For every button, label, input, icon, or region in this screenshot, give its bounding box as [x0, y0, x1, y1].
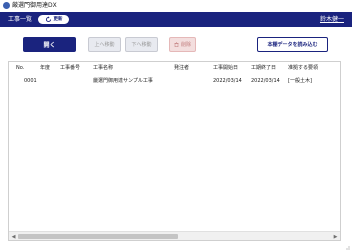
app-header: 工事一覧 更新 鈴木健一	[0, 12, 352, 27]
column-header-no[interactable]: No.	[16, 65, 24, 72]
delete-button-label: 削除	[180, 42, 191, 48]
cell-end-date: 2022/03/14	[251, 78, 280, 84]
table-row[interactable]: 0001 厳選門御用達サンプル工事 2022/03/14 2022/03/14 …	[9, 76, 340, 87]
delete-button[interactable]: 削除	[169, 37, 196, 52]
move-up-button[interactable]: 上へ移動	[88, 37, 121, 52]
open-button[interactable]: 開く	[23, 37, 76, 52]
refresh-icon	[45, 16, 51, 23]
project-table: No. 年度 工事番号 工事名称 発注者 工事開始日 工期終了日 准拠する要領 …	[8, 61, 341, 241]
column-header-end-date[interactable]: 工期終了日	[251, 65, 276, 72]
column-header-guideline[interactable]: 准拠する要領	[288, 65, 318, 72]
column-header-start-date[interactable]: 工事開始日	[213, 65, 238, 72]
move-down-button[interactable]: 下へ移動	[125, 37, 158, 52]
cell-guideline: [一般土木]	[288, 78, 312, 84]
column-header-project-name[interactable]: 工事名称	[93, 65, 113, 72]
resize-grip-icon[interactable]	[344, 244, 350, 250]
cell-project-name: 厳選門御用達サンプル工事	[93, 78, 153, 84]
cell-start-date: 2022/03/14	[213, 78, 242, 84]
cell-no: 0001	[24, 78, 37, 84]
window-title: 厳選門御用達DX	[12, 2, 57, 9]
user-name-link[interactable]: 鈴木健一	[320, 15, 344, 24]
page-title: 工事一覧	[8, 16, 33, 23]
import-data-button[interactable]: 本棚データを読み込む	[257, 37, 328, 52]
column-header-year[interactable]: 年度	[40, 65, 50, 72]
column-header-client[interactable]: 発注者	[174, 65, 189, 72]
scrollbar-thumb[interactable]	[18, 234, 178, 239]
column-header-project-number[interactable]: 工事番号	[60, 65, 80, 72]
window-titlebar: 厳選門御用達DX	[0, 0, 352, 12]
app-logo-icon	[3, 2, 10, 9]
table-header: No. 年度 工事番号 工事名称 発注者 工事開始日 工期終了日 准拠する要領	[9, 62, 340, 75]
refresh-button[interactable]: 更新	[38, 15, 69, 24]
scroll-left-icon[interactable]: ◀	[10, 233, 17, 240]
refresh-button-label: 更新	[53, 17, 63, 22]
scroll-right-icon[interactable]: ▶	[332, 233, 339, 240]
horizontal-scrollbar[interactable]: ◀ ▶	[9, 231, 340, 240]
trash-icon	[174, 42, 179, 47]
